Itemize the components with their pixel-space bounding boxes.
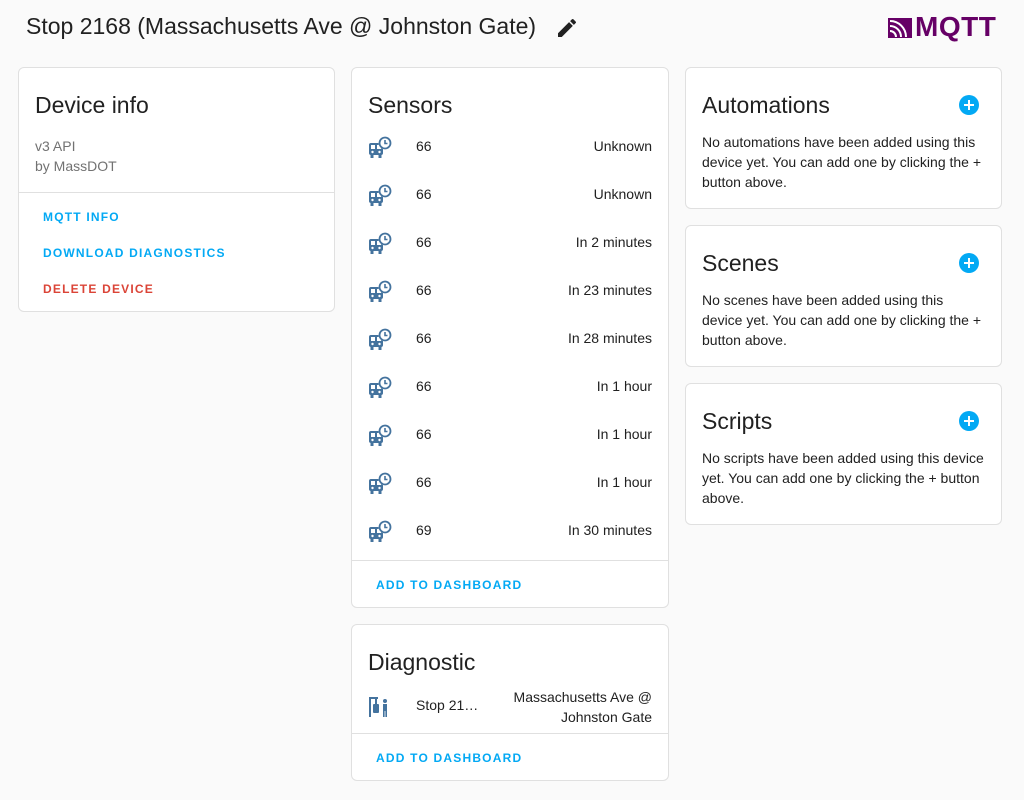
pencil-icon[interactable]	[555, 16, 579, 40]
sensor-state: In 1 hour	[596, 474, 652, 490]
sensor-row[interactable]: 66 In 1 hour	[352, 364, 668, 412]
sensors-title: Sensors	[368, 92, 453, 118]
bus-clock-icon	[369, 472, 392, 494]
sensor-name: 66	[416, 186, 432, 202]
scripts-card: Scripts No scripts have been added using…	[685, 383, 1002, 525]
scenes-title: Scenes	[702, 250, 779, 276]
add-script-button[interactable]	[959, 411, 979, 431]
sensor-state: In 30 minutes	[567, 522, 652, 538]
mqtt-logo: MQTT	[888, 12, 996, 42]
sensor-state: In 23 minutes	[567, 282, 652, 298]
scripts-title: Scripts	[702, 408, 773, 434]
automations-title: Automations	[702, 92, 830, 118]
scenes-card: Scenes No scenes have been added using t…	[685, 225, 1002, 367]
bus-clock-icon	[369, 376, 392, 398]
diagnostic-state: Massachusetts Ave @ Johnston Gate	[514, 687, 652, 727]
sensors-card: Sensors 66 Unknown 66 Unknown 66 In 2 minutes…	[351, 67, 669, 608]
diagnostic-row[interactable]: Stop 21… Massachusetts Ave @ Johnston Ga…	[352, 681, 668, 733]
automations-empty-text: No automations have been added using thi…	[702, 134, 982, 190]
bus-clock-icon	[369, 184, 392, 206]
divider	[19, 192, 334, 193]
page-title: Stop 2168 (Massachusetts Ave @ Johnston …	[26, 13, 537, 39]
download-diagnostics-button[interactable]: DOWNLOAD DIAGNOSTICS	[43, 246, 226, 260]
broadcast-icon	[888, 18, 912, 38]
brand-name: MQTT	[915, 11, 997, 42]
sensor-row[interactable]: 66 In 28 minutes	[352, 316, 668, 364]
sensor-name: 66	[416, 234, 432, 250]
sensor-row[interactable]: 66 In 23 minutes	[352, 268, 668, 316]
sensor-state: In 28 minutes	[567, 330, 652, 346]
diagnostic-name: Stop 21…	[416, 697, 479, 713]
page-header: Stop 2168 (Massachusetts Ave @ Johnston …	[0, 0, 1024, 56]
diagnostic-title: Diagnostic	[368, 649, 476, 675]
divider	[352, 733, 668, 734]
sensor-name: 66	[416, 138, 432, 154]
sensor-name: 66	[416, 426, 432, 442]
device-model: v3 API	[35, 138, 76, 154]
sensors-add-to-dashboard-button[interactable]: ADD TO DASHBOARD	[376, 578, 522, 592]
sensor-name: 66	[416, 282, 432, 298]
sensor-state: Unknown	[593, 186, 652, 202]
add-automation-button[interactable]	[959, 95, 979, 115]
sensor-row[interactable]: 69 In 30 minutes	[352, 508, 668, 556]
bus-clock-icon	[369, 520, 392, 542]
divider	[352, 560, 668, 561]
sensor-state: Unknown	[593, 138, 652, 154]
automations-card: Automations No automations have been add…	[685, 67, 1002, 209]
mqtt-info-button[interactable]: MQTT INFO	[43, 210, 120, 224]
device-info-title: Device info	[35, 92, 149, 118]
bus-clock-icon	[369, 136, 392, 158]
sensor-row[interactable]: 66 Unknown	[352, 124, 668, 172]
bus-clock-icon	[369, 424, 392, 446]
sensor-state: In 1 hour	[596, 378, 652, 394]
sensor-state: In 1 hour	[596, 426, 652, 442]
device-info-card: Device info v3 API by MassDOT MQTT INFO …	[18, 67, 335, 312]
sensor-row[interactable]: 66 In 1 hour	[352, 460, 668, 508]
sensor-name: 69	[416, 522, 432, 538]
sensor-name: 66	[416, 474, 432, 490]
diagnostic-state-line1: Massachusetts Ave @	[513, 689, 652, 705]
sensor-row[interactable]: 66 Unknown	[352, 172, 668, 220]
sensor-name: 66	[416, 330, 432, 346]
diagnostic-card: Diagnostic Stop 21… Massachusetts Ave @ …	[351, 624, 669, 781]
sensor-row[interactable]: 66 In 2 minutes	[352, 220, 668, 268]
diagnostic-state-line2: Johnston Gate	[560, 709, 652, 725]
bus-clock-icon	[369, 280, 392, 302]
sensor-name: 66	[416, 378, 432, 394]
sensor-state: In 2 minutes	[575, 234, 652, 250]
diagnostic-add-to-dashboard-button[interactable]: ADD TO DASHBOARD	[376, 751, 522, 765]
delete-device-button[interactable]: DELETE DEVICE	[43, 282, 154, 296]
bus-clock-icon	[369, 232, 392, 254]
sensor-row[interactable]: 66 In 1 hour	[352, 412, 668, 460]
device-manufacturer: by MassDOT	[35, 158, 117, 174]
scenes-empty-text: No scenes have been added using this dev…	[702, 292, 982, 348]
add-scene-button[interactable]	[959, 253, 979, 273]
bus-clock-icon	[369, 328, 392, 350]
scripts-empty-text: No scripts have been added using this de…	[702, 450, 984, 506]
bus-stop-icon	[369, 697, 387, 717]
